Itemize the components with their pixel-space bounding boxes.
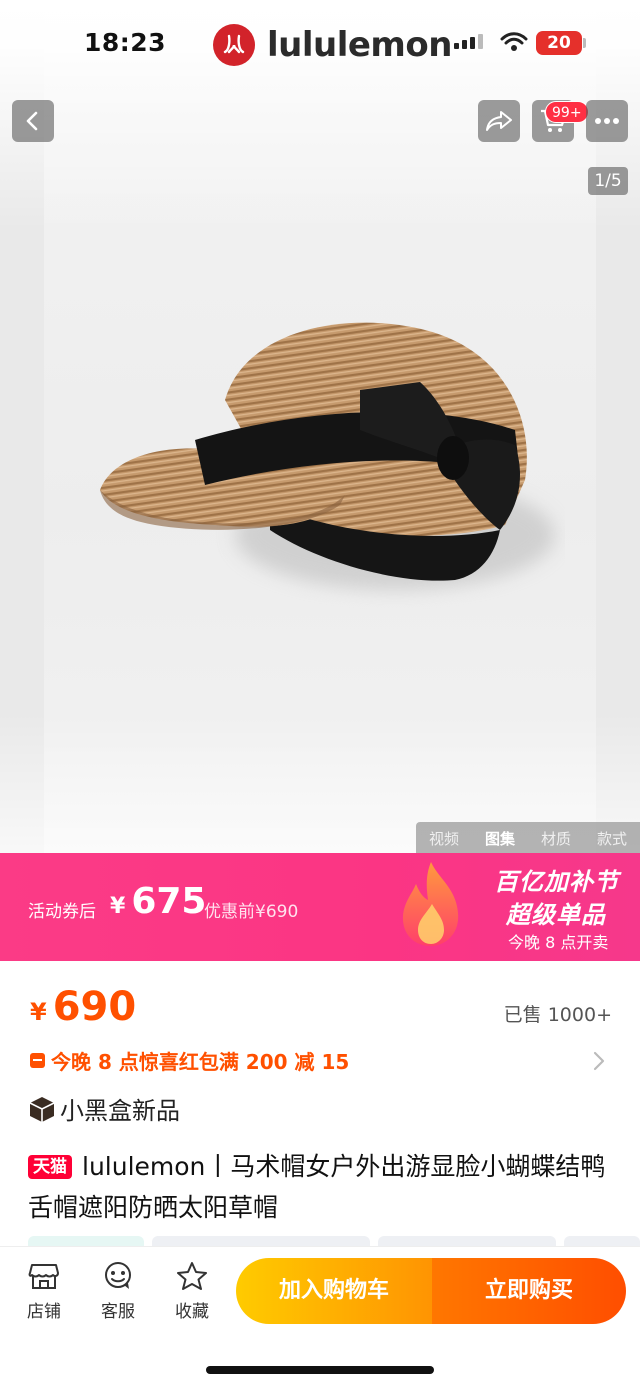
store-label: 店铺 — [27, 1302, 61, 1322]
battery-indicator: 20 — [536, 31, 582, 55]
tmall-badge: 天猫 — [28, 1155, 72, 1179]
wifi-icon — [500, 32, 528, 51]
chevron-left-icon — [26, 111, 38, 131]
cart-count-badge: 99+ — [545, 101, 589, 123]
product-title: 天猫 lululemon丨马术帽女户外出游显脸小蝴蝶结鸭舌帽遮阳防晒太阳草帽 — [28, 1146, 618, 1228]
promo-start-time: 今晚 8 点开卖 — [508, 933, 609, 952]
star-icon — [177, 1262, 207, 1290]
app-brand: lululemon — [213, 24, 452, 66]
promo-event-subtitle: 超级单品 — [506, 901, 606, 929]
promo-price: ¥675 — [110, 881, 207, 922]
chevron-right-icon[interactable] — [592, 1050, 606, 1072]
promo-label: 活动券后 — [28, 902, 96, 922]
tab-gallery[interactable]: 图集 — [485, 828, 515, 849]
share-button[interactable] — [478, 100, 520, 142]
back-button[interactable] — [12, 100, 54, 142]
image-counter: 1/5 — [588, 167, 628, 195]
product-image-gallery[interactable]: 18:23 lululemon 20 99+ 1/5 视频 图集 材质 款式 — [0, 0, 640, 853]
cellular-signal-icon — [454, 34, 483, 49]
promo-original-price: 优惠前¥690 — [204, 902, 299, 922]
store-icon — [28, 1264, 59, 1289]
box-icon — [29, 1096, 55, 1122]
more-dots-icon — [595, 118, 619, 124]
add-to-cart-button[interactable]: 加入购物车 — [236, 1258, 432, 1324]
favorite-label: 收藏 — [175, 1302, 209, 1322]
coupon-row[interactable]: 今晚 8 点惊喜红包满 200 减 15 — [30, 1046, 349, 1075]
brand-name: lululemon — [267, 25, 452, 65]
more-options-button[interactable] — [586, 100, 628, 142]
coupon-text: 今晚 8 点惊喜红包满 200 减 15 — [51, 1050, 350, 1074]
flame-icon — [402, 862, 459, 946]
tab-video[interactable]: 视频 — [429, 828, 459, 849]
share-icon — [486, 111, 512, 131]
sold-count: 已售 1000+ — [503, 1004, 612, 1026]
product-hat-image — [100, 322, 555, 590]
product-price: ¥690 — [30, 984, 137, 1030]
customer-service-button[interactable]: 客服 — [88, 1261, 148, 1322]
coupon-icon — [30, 1053, 45, 1068]
promo-event-title: 百亿加补节 — [494, 868, 619, 896]
media-tabs: 视频 图集 材质 款式 — [416, 822, 640, 853]
service-label: 客服 — [101, 1302, 135, 1322]
new-product-tag-text: 小黑盒新品 — [60, 1097, 180, 1125]
favorite-button[interactable]: 收藏 — [162, 1261, 222, 1322]
lululemon-logo-icon — [213, 24, 255, 66]
customer-service-icon — [105, 1262, 131, 1289]
buy-now-button[interactable]: 立即购买 — [432, 1258, 626, 1324]
home-indicator — [206, 1366, 434, 1374]
bottom-action-bar: 店铺 客服 收藏 加入购物车 立即购买 — [0, 1246, 640, 1384]
new-product-tag[interactable]: 小黑盒新品 — [28, 1091, 180, 1126]
product-title-text: lululemon丨马术帽女户外出游显脸小蝴蝶结鸭舌帽遮阳防晒太阳草帽 — [28, 1152, 606, 1222]
store-button[interactable]: 店铺 — [14, 1261, 74, 1322]
tab-material[interactable]: 材质 — [541, 828, 571, 849]
status-time: 18:23 — [84, 28, 167, 57]
tab-style[interactable]: 款式 — [597, 828, 627, 849]
